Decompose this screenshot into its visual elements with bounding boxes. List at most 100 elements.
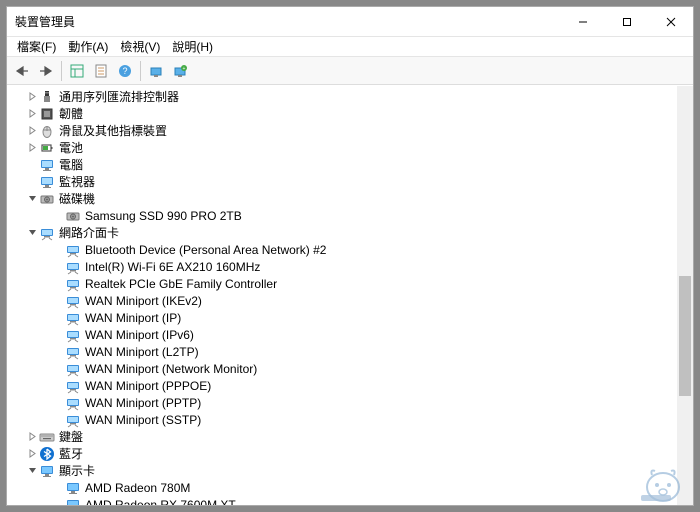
tree-item[interactable]: 監視器: [11, 173, 693, 190]
tree-item-label: 網路介面卡: [59, 224, 119, 241]
tree-item-label: Bluetooth Device (Personal Area Network)…: [85, 243, 326, 257]
disk-icon: [65, 208, 81, 224]
tree-item[interactable]: WAN Miniport (PPTP): [11, 394, 693, 411]
tree-item[interactable]: Bluetooth Device (Personal Area Network)…: [11, 241, 693, 258]
close-button[interactable]: [649, 7, 693, 36]
display-icon: [65, 497, 81, 506]
toolbar-separator: [140, 61, 141, 81]
keyboard-icon: [39, 429, 55, 445]
back-button[interactable]: [11, 60, 33, 82]
display-icon: [39, 463, 55, 479]
tree-item-label: 電池: [59, 139, 83, 156]
network-icon: [65, 395, 81, 411]
tree-item[interactable]: 韌體: [11, 105, 693, 122]
tree-item-label: 磁碟機: [59, 190, 95, 207]
tree-item[interactable]: AMD Radeon 780M: [11, 479, 693, 496]
tree-item-label: AMD Radeon 780M: [85, 481, 190, 495]
tree-item[interactable]: 滑鼠及其他指標裝置: [11, 122, 693, 139]
svg-text:?: ?: [122, 66, 127, 76]
tree-item[interactable]: Realtek PCIe GbE Family Controller: [11, 275, 693, 292]
scan-hardware-button[interactable]: [145, 60, 167, 82]
titlebar: 裝置管理員: [7, 7, 693, 37]
chevron-right-icon[interactable]: [25, 449, 39, 458]
device-tree[interactable]: 通用序列匯流排控制器韌體滑鼠及其他指標裝置電池電腦監視器磁碟機 Samsung S…: [7, 86, 693, 505]
tree-item-label: 監視器: [59, 173, 95, 190]
tree-item[interactable]: 鍵盤: [11, 428, 693, 445]
menu-action[interactable]: 動作(A): [64, 38, 112, 55]
watermark-icon: [636, 461, 690, 508]
minimize-button[interactable]: [561, 7, 605, 36]
chevron-down-icon[interactable]: [25, 466, 39, 475]
tree-item[interactable]: 電池: [11, 139, 693, 156]
tree-item[interactable]: 電腦: [11, 156, 693, 173]
network-icon: [65, 327, 81, 343]
add-hardware-button[interactable]: +: [169, 60, 191, 82]
menu-help[interactable]: 說明(H): [168, 38, 217, 55]
window-title: 裝置管理員: [15, 13, 561, 30]
tree-item-label: 鍵盤: [59, 428, 83, 445]
help-button[interactable]: ?: [114, 60, 136, 82]
chevron-down-icon[interactable]: [25, 194, 39, 203]
menu-file[interactable]: 檔案(F): [13, 38, 60, 55]
tree-item[interactable]: WAN Miniport (SSTP): [11, 411, 693, 428]
toolbar: ? +: [7, 57, 693, 85]
tree-item-label: Samsung SSD 990 PRO 2TB: [85, 209, 242, 223]
chevron-down-icon[interactable]: [25, 228, 39, 237]
tree-item[interactable]: 藍牙: [11, 445, 693, 462]
tree-item[interactable]: 網路介面卡: [11, 224, 693, 241]
tree-item-label: WAN Miniport (PPPOE): [85, 379, 211, 393]
tree-content: 通用序列匯流排控制器韌體滑鼠及其他指標裝置電池電腦監視器磁碟機 Samsung S…: [7, 85, 693, 505]
monitor-icon: [39, 174, 55, 190]
chevron-right-icon[interactable]: [25, 92, 39, 101]
tree-item[interactable]: WAN Miniport (IP): [11, 309, 693, 326]
toolbar-separator: [61, 61, 62, 81]
tree-item[interactable]: AMD Radeon RX 7600M XT: [11, 496, 693, 505]
network-icon: [65, 412, 81, 428]
usb-icon: [39, 89, 55, 105]
network-icon: [39, 225, 55, 241]
network-icon: [65, 378, 81, 394]
tree-item-label: Realtek PCIe GbE Family Controller: [85, 277, 277, 291]
chevron-right-icon[interactable]: [25, 109, 39, 118]
tree-item[interactable]: 顯示卡: [11, 462, 693, 479]
tree-item[interactable]: WAN Miniport (PPPOE): [11, 377, 693, 394]
tree-item[interactable]: WAN Miniport (Network Monitor): [11, 360, 693, 377]
maximize-button[interactable]: [605, 7, 649, 36]
tree-item-label: WAN Miniport (IKEv2): [85, 294, 202, 308]
show-hide-tree-button[interactable]: [66, 60, 88, 82]
forward-button[interactable]: [35, 60, 57, 82]
firmware-icon: [39, 106, 55, 122]
tree-item[interactable]: 磁碟機: [11, 190, 693, 207]
tree-item[interactable]: WAN Miniport (IPv6): [11, 326, 693, 343]
tree-item[interactable]: Samsung SSD 990 PRO 2TB: [11, 207, 693, 224]
mouse-icon: [39, 123, 55, 139]
scrollbar-track[interactable]: [677, 86, 693, 505]
tree-item[interactable]: WAN Miniport (IKEv2): [11, 292, 693, 309]
disk-icon: [39, 191, 55, 207]
tree-item[interactable]: Intel(R) Wi-Fi 6E AX210 160MHz: [11, 258, 693, 275]
chevron-right-icon[interactable]: [25, 432, 39, 441]
tree-item-label: 韌體: [59, 105, 83, 122]
properties-button[interactable]: [90, 60, 112, 82]
computer-icon: [39, 157, 55, 173]
network-icon: [65, 242, 81, 258]
tree-item-label: 滑鼠及其他指標裝置: [59, 122, 167, 139]
network-icon: [65, 276, 81, 292]
tree-item-label: WAN Miniport (IP): [85, 311, 181, 325]
chevron-right-icon[interactable]: [25, 143, 39, 152]
tree-item[interactable]: WAN Miniport (L2TP): [11, 343, 693, 360]
tree-item-label: WAN Miniport (L2TP): [85, 345, 199, 359]
tree-item-label: WAN Miniport (PPTP): [85, 396, 201, 410]
network-icon: [65, 344, 81, 360]
tree-item-label: 藍牙: [59, 445, 83, 462]
scrollbar-thumb[interactable]: [679, 276, 691, 396]
svg-text:+: +: [183, 66, 186, 72]
tree-item-label: 顯示卡: [59, 462, 95, 479]
display-icon: [65, 480, 81, 496]
menu-view[interactable]: 檢視(V): [116, 38, 164, 55]
chevron-right-icon[interactable]: [25, 126, 39, 135]
tree-item[interactable]: 通用序列匯流排控制器: [11, 88, 693, 105]
window-controls: [561, 7, 693, 36]
network-icon: [65, 310, 81, 326]
network-icon: [65, 293, 81, 309]
